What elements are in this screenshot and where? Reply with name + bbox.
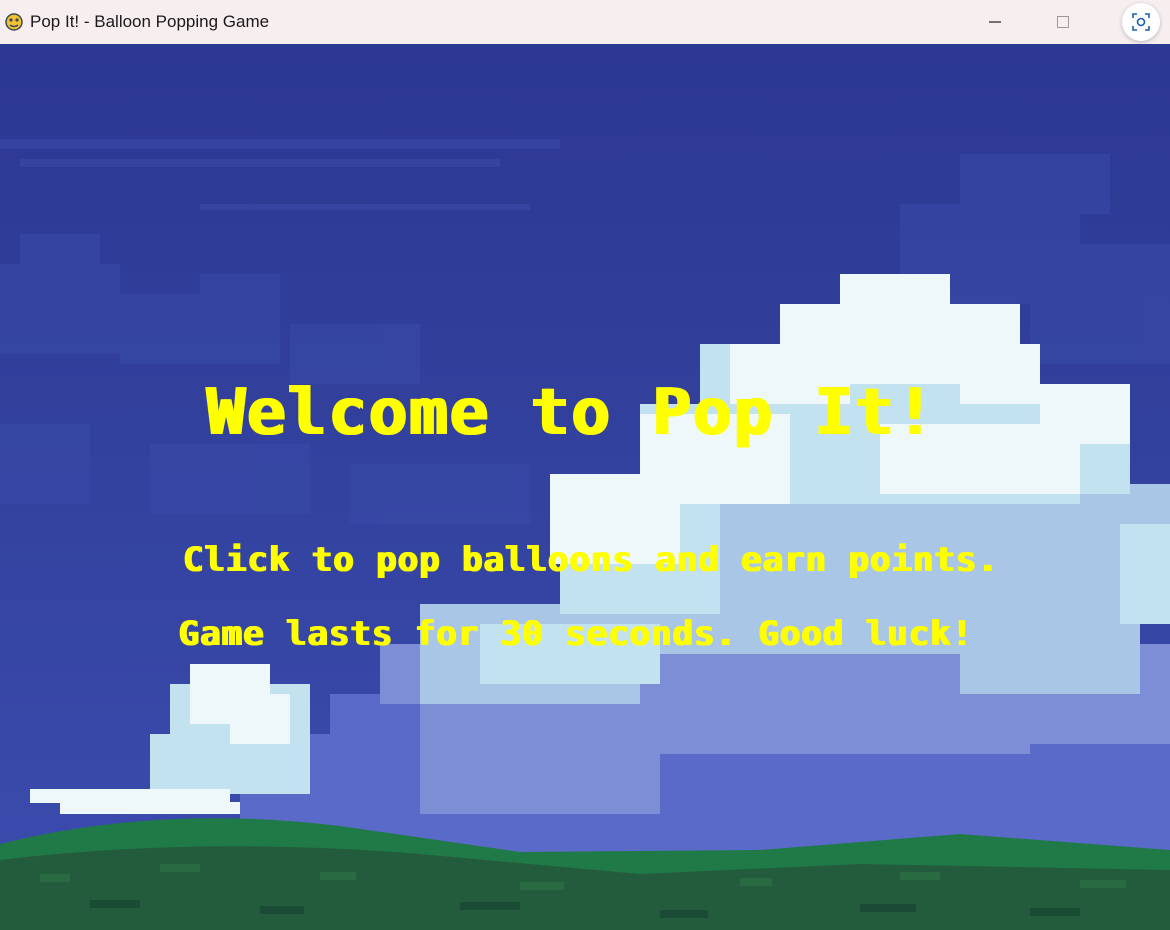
screen-capture-icon (1132, 13, 1150, 31)
game-window: Pop It! - Balloon Popping Game Welcome t… (0, 0, 1170, 930)
sky-background (0, 44, 1170, 930)
screen-capture-button[interactable] (1122, 3, 1160, 41)
pygame-snake-icon (5, 13, 23, 31)
title-bar[interactable]: Pop It! - Balloon Popping Game (0, 0, 1170, 44)
instruction-line-2: Game lasts for 30 seconds. Good luck! (177, 614, 973, 654)
instruction-line-1: Click to pop balloons and earn points. (182, 540, 998, 580)
minimize-button[interactable] (967, 0, 1023, 44)
welcome-heading: Welcome to Pop It! (205, 376, 935, 450)
minimize-icon (989, 21, 1001, 23)
game-canvas[interactable]: Welcome to Pop It! Click to pop balloons… (0, 44, 1170, 930)
maximize-button[interactable] (1035, 0, 1091, 44)
maximize-icon (1057, 16, 1069, 28)
window-title: Pop It! - Balloon Popping Game (30, 12, 270, 31)
